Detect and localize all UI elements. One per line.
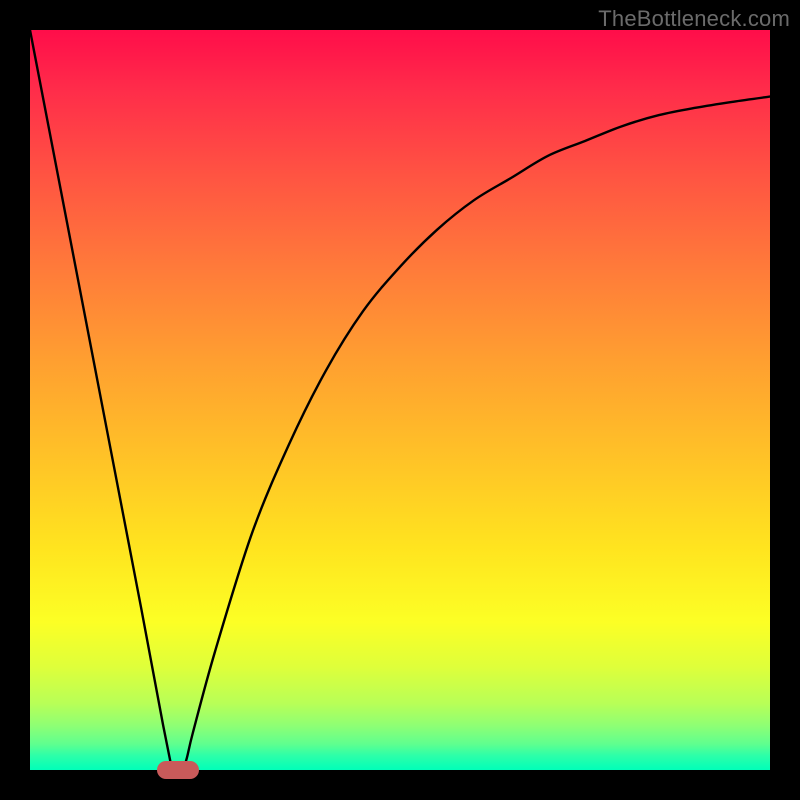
watermark-text: TheBottleneck.com [598,6,790,32]
optimal-point-marker [157,761,199,779]
bottleneck-curve [30,30,770,770]
plot-area [30,30,770,770]
